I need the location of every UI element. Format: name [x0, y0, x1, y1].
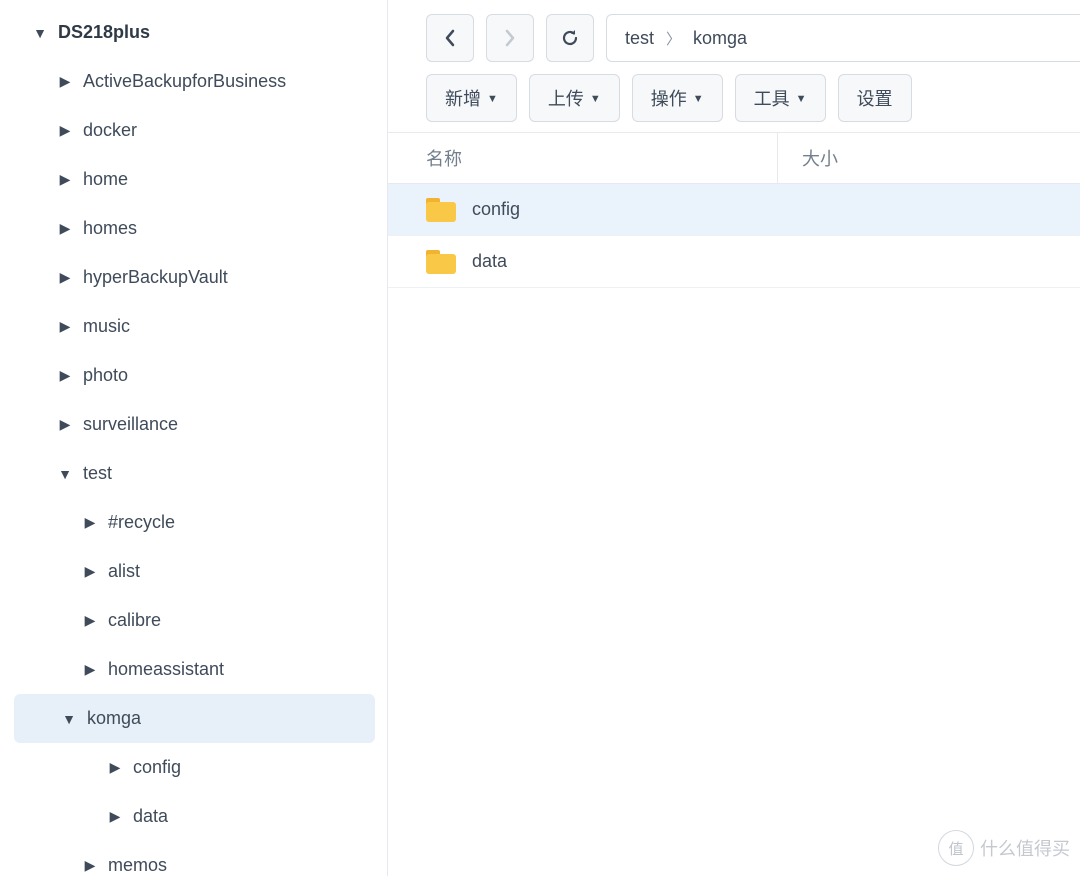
action-button[interactable]: 操作 ▼: [632, 74, 723, 122]
refresh-icon: [560, 28, 580, 48]
chevron-right-icon: ▶: [80, 612, 100, 629]
tree-item-homeassistant[interactable]: ▶ homeassistant: [0, 645, 387, 694]
chevron-right-icon: ▶: [55, 122, 75, 139]
file-name: data: [472, 251, 507, 272]
back-button[interactable]: [426, 14, 474, 62]
table-header: 名称 大小: [388, 132, 1080, 184]
caret-down-icon: ▼: [590, 93, 601, 105]
chevron-left-icon: [443, 29, 457, 47]
forward-button[interactable]: [486, 14, 534, 62]
settings-button[interactable]: 设置: [838, 74, 912, 122]
tree-item-docker[interactable]: ▶ docker: [0, 106, 387, 155]
tree-item-photo[interactable]: ▶ photo: [0, 351, 387, 400]
watermark-text: 什么值得买: [980, 835, 1070, 861]
watermark: 值 什么值得买: [938, 830, 1070, 866]
main-pane: test 〉 komga 新增 ▼ 上传 ▼ 操作 ▼ 工具 ▼ 设置 名称 大…: [388, 0, 1080, 876]
tree-item-activebackup[interactable]: ▶ ActiveBackupforBusiness: [0, 57, 387, 106]
chevron-right-icon: ▶: [80, 857, 100, 874]
chevron-right-icon: ▶: [55, 73, 75, 90]
breadcrumb[interactable]: test 〉 komga: [606, 14, 1080, 62]
chevron-right-icon: ▶: [55, 318, 75, 335]
folder-icon: [426, 198, 456, 222]
tree-item-alist[interactable]: ▶ alist: [0, 547, 387, 596]
chevron-right-icon: ▶: [80, 661, 100, 678]
tree-item-test[interactable]: ▼ test: [0, 449, 387, 498]
file-name: config: [472, 199, 520, 220]
chevron-right-icon: ▶: [55, 171, 75, 188]
tree-item-homes[interactable]: ▶ homes: [0, 204, 387, 253]
tree-item-recycle[interactable]: ▶ #recycle: [0, 498, 387, 547]
breadcrumb-segment[interactable]: komga: [693, 28, 747, 49]
chevron-right-icon: ▶: [55, 269, 75, 286]
tree-root-label: DS218plus: [58, 22, 150, 43]
tree-item-komga[interactable]: ▼ komga: [14, 694, 375, 743]
folder-icon: [426, 250, 456, 274]
caret-down-icon: ▼: [693, 93, 704, 105]
chevron-down-icon: ▼: [55, 466, 75, 482]
tree-root[interactable]: ▼ DS218plus: [0, 8, 387, 57]
new-button[interactable]: 新增 ▼: [426, 74, 517, 122]
tree-item-config[interactable]: ▶ config: [0, 743, 387, 792]
chevron-down-icon: ▼: [59, 711, 79, 727]
chevron-right-icon: ▶: [105, 759, 125, 776]
chevron-right-icon: ▶: [55, 220, 75, 237]
column-size[interactable]: 大小: [778, 133, 1080, 183]
caret-down-icon: ▼: [487, 93, 498, 105]
tree-item-surveillance[interactable]: ▶ surveillance: [0, 400, 387, 449]
upload-button[interactable]: 上传 ▼: [529, 74, 620, 122]
chevron-right-icon: [503, 29, 517, 47]
watermark-badge: 值: [938, 830, 974, 866]
tree-item-home[interactable]: ▶ home: [0, 155, 387, 204]
tree-item-music[interactable]: ▶ music: [0, 302, 387, 351]
chevron-right-icon: ▶: [55, 367, 75, 384]
tree-item-data[interactable]: ▶ data: [0, 792, 387, 841]
chevron-right-icon: ▶: [80, 514, 100, 531]
file-row[interactable]: config: [388, 184, 1080, 236]
tree-item-calibre[interactable]: ▶ calibre: [0, 596, 387, 645]
chevron-right-icon: ▶: [105, 808, 125, 825]
chevron-down-icon: ▼: [30, 25, 50, 41]
chevron-right-icon: ▶: [55, 416, 75, 433]
breadcrumb-segment[interactable]: test: [625, 28, 654, 49]
refresh-button[interactable]: [546, 14, 594, 62]
folder-tree: ▼ DS218plus ▶ ActiveBackupforBusiness ▶ …: [0, 0, 388, 876]
tree-item-hyperbackupvault[interactable]: ▶ hyperBackupVault: [0, 253, 387, 302]
caret-down-icon: ▼: [796, 93, 807, 105]
action-toolbar: 新增 ▼ 上传 ▼ 操作 ▼ 工具 ▼ 设置: [388, 70, 1080, 132]
column-name[interactable]: 名称: [388, 133, 778, 183]
tool-button[interactable]: 工具 ▼: [735, 74, 826, 122]
nav-toolbar: test 〉 komga: [388, 0, 1080, 70]
chevron-right-icon: 〉: [666, 28, 681, 49]
file-row[interactable]: data: [388, 236, 1080, 288]
tree-item-memos[interactable]: ▶ memos: [0, 841, 387, 876]
chevron-right-icon: ▶: [80, 563, 100, 580]
